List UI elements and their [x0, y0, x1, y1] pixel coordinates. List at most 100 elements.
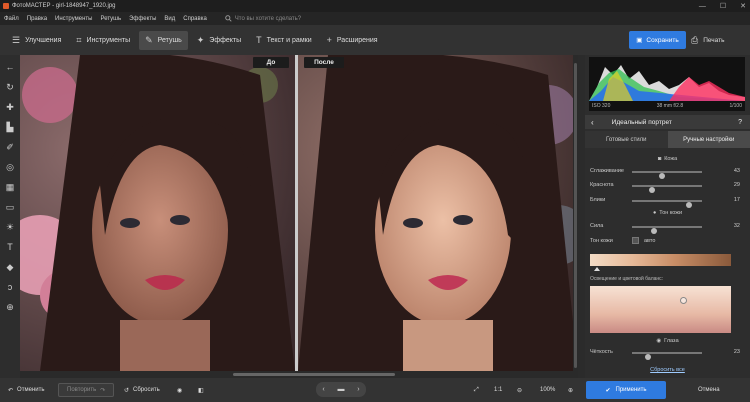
prev-image-icon[interactable]: ‹ [322, 386, 324, 393]
menu-bar: Файл Правка Инструменты Ретушь Эффекты В… [0, 12, 750, 25]
reset-all-link[interactable]: Сбросить все [585, 367, 750, 373]
lighting-picker-handle[interactable] [680, 297, 687, 304]
brush-tool-icon[interactable]: ✐ [0, 137, 20, 157]
tab-effects-label: Эффекты [209, 36, 242, 44]
app-window: ФотоМАСТЕР - girl-1848947_1920.jpg — ☐ ✕… [0, 0, 750, 402]
exif-info: ISO 320 38 mm f/2.8 1/100 [589, 101, 745, 111]
preview-toggle[interactable]: ◉ [177, 384, 182, 396]
slider-highlights[interactable]: Блики 17 [590, 196, 740, 208]
title-bar: ФотоМАСТЕР - girl-1848947_1920.jpg — ☐ ✕ [0, 0, 750, 12]
slider-track[interactable] [632, 185, 702, 193]
slider-track[interactable] [632, 171, 702, 179]
ratio-button[interactable]: 1:1 [494, 384, 502, 396]
tab-manual[interactable]: Ручные настройки [667, 131, 750, 148]
maximize-button[interactable]: ☐ [720, 2, 726, 10]
vertical-scroll-thumb[interactable] [574, 63, 577, 368]
minimize-button[interactable]: — [699, 3, 706, 10]
reset-icon: ↺ [124, 387, 130, 394]
menu-view[interactable]: Вид [164, 16, 175, 22]
window-title: ФотоМАСТЕР - girl-1848947_1920.jpg [12, 3, 116, 9]
menu-help[interactable]: Справка [183, 16, 207, 22]
tone-section: ● Тон кожи [585, 208, 750, 218]
slider-track[interactable] [632, 200, 702, 208]
menu-edit[interactable]: Правка [27, 16, 47, 22]
sun-icon[interactable]: ☀ [0, 217, 20, 237]
rectangle-icon[interactable]: ▭ [0, 197, 20, 217]
healing-icon[interactable]: ✚ [0, 97, 20, 117]
slider-knob[interactable] [686, 201, 693, 208]
vertical-scrollbar[interactable] [573, 55, 578, 371]
lighting-label: Освещение и цветовой баланс: [590, 276, 664, 282]
undo-label: Отменить [17, 387, 45, 393]
slider-knob[interactable] [649, 186, 656, 193]
slider-smoothing[interactable]: Сглаживание 43 [590, 167, 740, 179]
zoom-level: 100% [540, 384, 555, 396]
cancel-button[interactable]: Отмена [698, 384, 720, 396]
tab-effects[interactable]: ✦ Эффекты [191, 31, 247, 50]
lasso-icon[interactable]: ↄ [0, 277, 20, 297]
zoom-out-icon: ⊖ [517, 387, 523, 394]
folder-icon[interactable]: ▬ [337, 386, 344, 393]
face-icon: ◙ [657, 156, 662, 162]
image-canvas[interactable]: До После [20, 55, 578, 378]
slider-clarity[interactable]: Чёткость 23 [590, 348, 740, 360]
zoom-in-button[interactable]: ⊕ [568, 384, 573, 396]
menu-tools[interactable]: Инструменты [55, 16, 92, 22]
search-placeholder: Что вы хотите сделать? [234, 15, 302, 22]
drop-icon: ● [652, 210, 657, 216]
eye-preview-icon: ◉ [177, 387, 183, 394]
save-button[interactable]: ▣ Сохранить [629, 31, 686, 49]
print-label: Печать [703, 36, 725, 44]
rotate-icon[interactable]: ↻ [0, 77, 20, 97]
tab-text-frames[interactable]: T Текст и рамки [250, 31, 318, 50]
help-button[interactable]: ? [738, 119, 742, 126]
globe-icon[interactable]: ⊕ [0, 297, 20, 317]
undo-button[interactable]: ↶ Отменить [8, 384, 44, 396]
slider-redness[interactable]: Краснота 29 [590, 181, 740, 193]
text-tool-icon[interactable]: T [0, 237, 20, 257]
redo-button[interactable]: Повторить ↷ [58, 383, 115, 397]
horizontal-scrollbar[interactable] [20, 371, 578, 378]
stamp-icon[interactable]: ▙ [0, 117, 20, 137]
gradient-icon[interactable]: ▦ [0, 177, 20, 197]
slider-knob[interactable] [645, 353, 652, 360]
tab-presets[interactable]: Готовые стили [585, 131, 668, 148]
horizontal-scroll-thumb[interactable] [233, 373, 395, 376]
app-logo-icon [3, 3, 9, 9]
compare-toggle[interactable]: ◧ [198, 384, 204, 396]
tab-tools[interactable]: ⌗ Инструменты [70, 31, 136, 50]
menu-search[interactable]: Что вы хотите сделать? [225, 15, 301, 22]
back-arrow-icon[interactable]: ← [0, 57, 20, 77]
reset-button[interactable]: ↺ Сбросить [124, 384, 160, 396]
tab-extensions[interactable]: + Расширения [321, 31, 384, 50]
redo-icon: ↷ [100, 387, 106, 394]
radial-icon[interactable]: ◎ [0, 157, 20, 177]
slider-knob[interactable] [651, 227, 658, 234]
tone-marker-icon[interactable] [594, 267, 600, 271]
auto-label: авто [644, 238, 656, 244]
zoom-out-button[interactable]: ⊖ [517, 384, 522, 396]
print-button[interactable]: ⎙ Печать [691, 31, 741, 49]
apply-button[interactable]: ✔ Применить [586, 381, 666, 399]
tab-enhance[interactable]: ☰ Улучшения [6, 31, 67, 50]
menu-retouch[interactable]: Ретушь [100, 16, 121, 22]
lighting-picker[interactable] [590, 286, 731, 333]
close-button[interactable]: ✕ [740, 2, 746, 10]
menu-effects[interactable]: Эффекты [129, 16, 156, 22]
brush-icon: ✎ [145, 34, 153, 45]
auto-checkbox[interactable] [632, 237, 639, 244]
fit-screen-icon: ⤢ [474, 386, 479, 393]
slider-strength[interactable]: Сила 32 [590, 222, 740, 234]
eyes-section-label: Глаза [664, 338, 679, 344]
menu-file[interactable]: Файл [4, 16, 19, 22]
fit-screen-button[interactable]: ⤢ [474, 384, 479, 396]
back-chevron-icon[interactable]: ‹ [591, 118, 594, 127]
sliders-icon: ☰ [12, 34, 21, 45]
fill-icon[interactable]: ◆ [0, 257, 20, 277]
tab-retouch[interactable]: ✎ Ретушь [139, 30, 188, 50]
slider-knob[interactable] [659, 172, 666, 179]
slider-track[interactable] [632, 352, 702, 360]
next-image-icon[interactable]: › [357, 386, 359, 393]
skin-tone-gradient[interactable] [590, 254, 731, 266]
slider-track[interactable] [632, 226, 702, 234]
